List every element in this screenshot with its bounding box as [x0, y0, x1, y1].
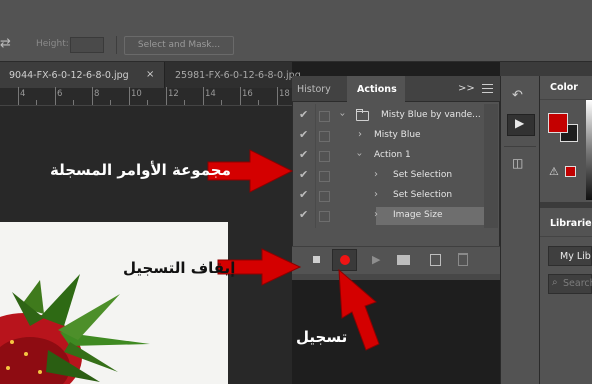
annotation-stop-recording: إيقاف التسجيل — [123, 259, 236, 277]
foreground-color-swatch[interactable] — [548, 113, 568, 133]
annotation-arrows — [207, 149, 380, 351]
annotation-commands-group: مجموعة الأوامر المسجلة — [50, 161, 231, 179]
annotation-record: تسجيل — [296, 328, 348, 346]
